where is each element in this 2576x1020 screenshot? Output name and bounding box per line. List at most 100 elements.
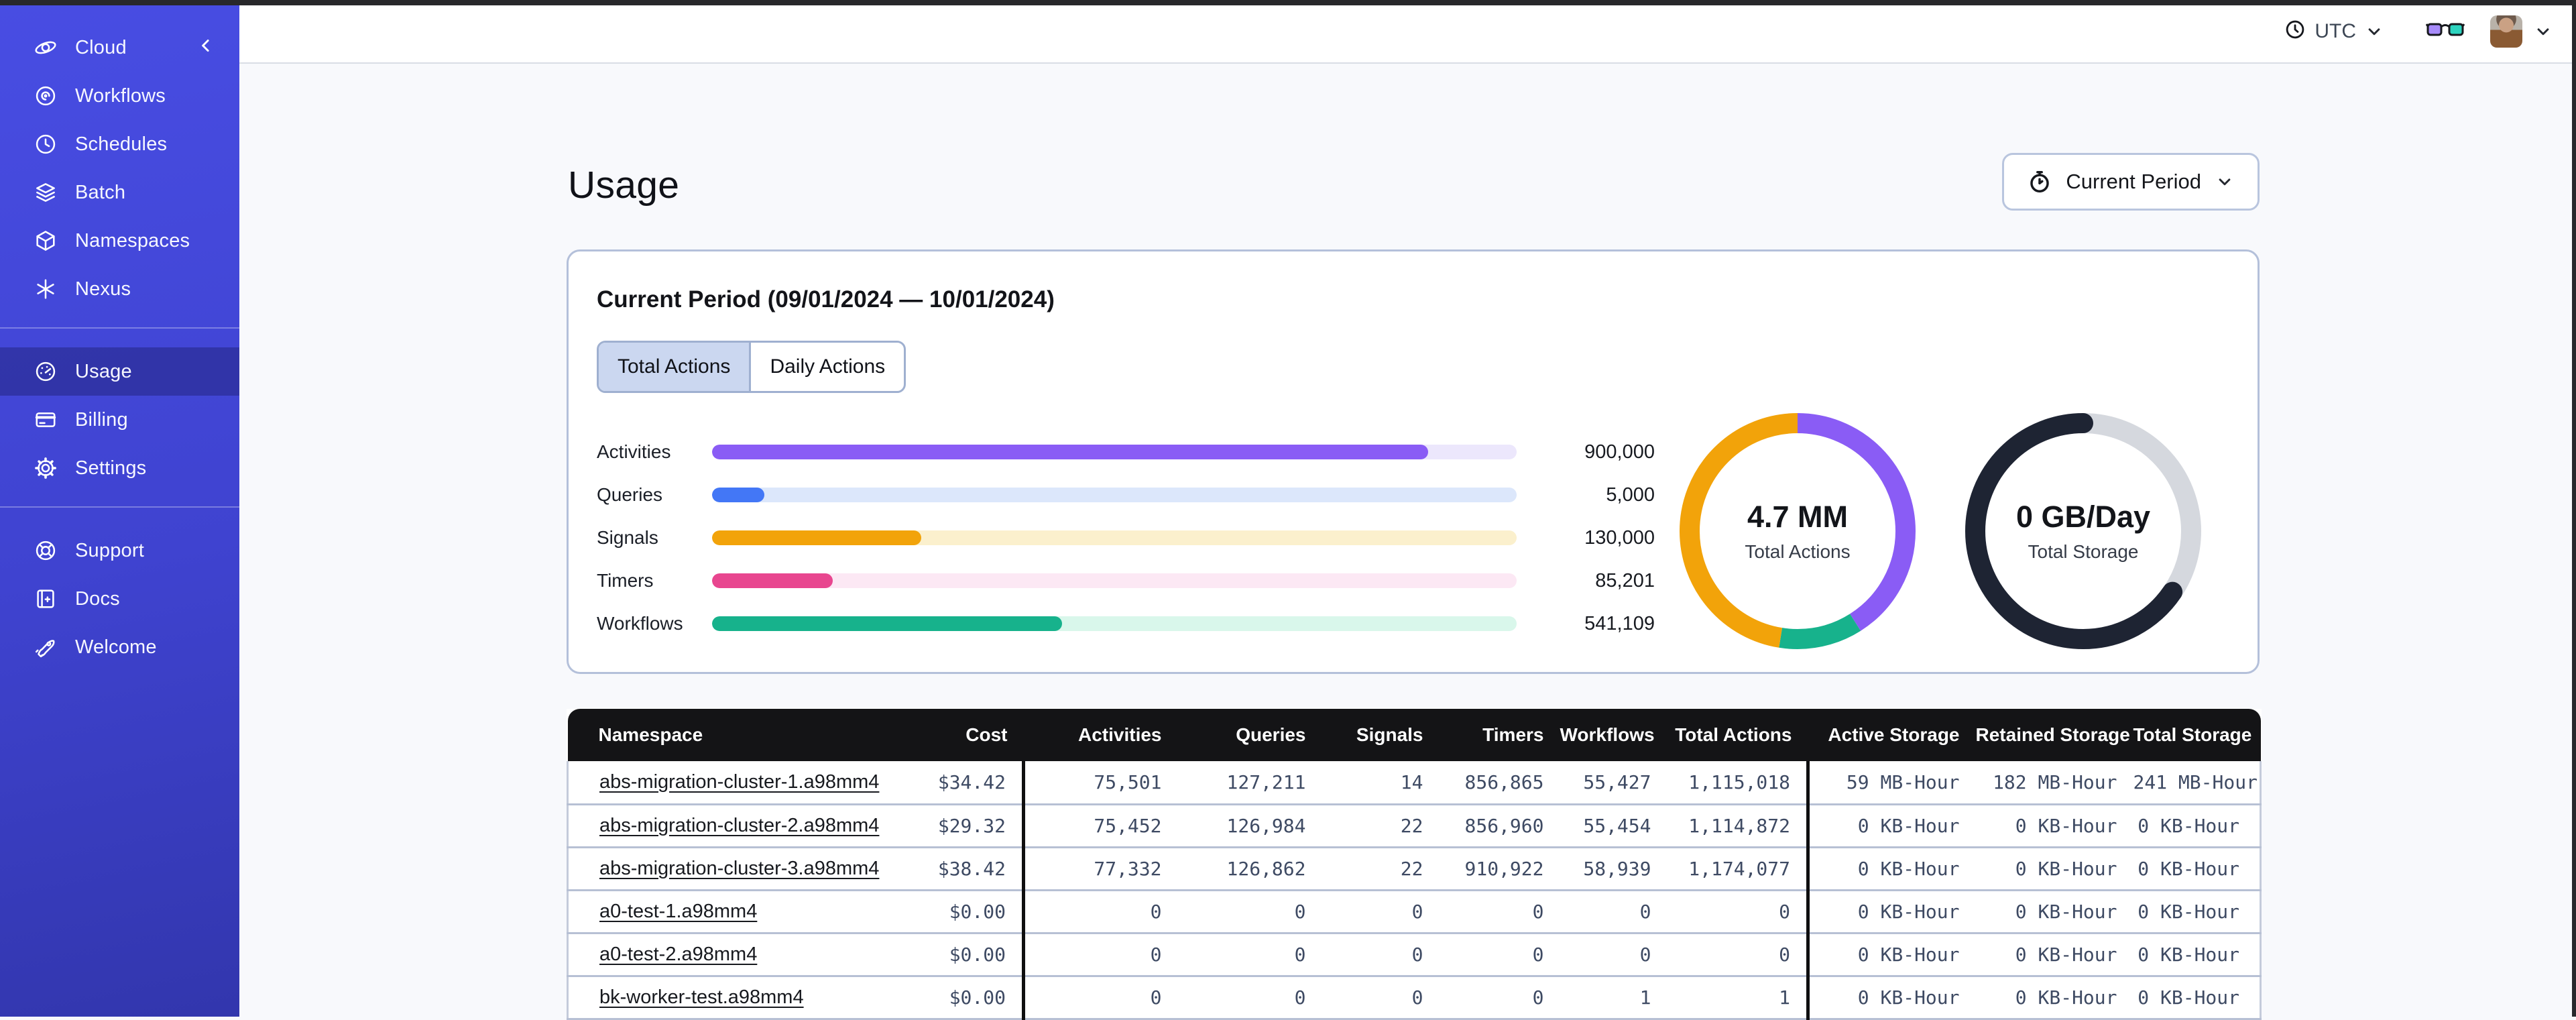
bar-row-activities: Activities 900,000 xyxy=(597,445,1655,459)
value-cell: 0 KB-Hour xyxy=(1976,847,2133,890)
sidebar-item-support[interactable]: Support xyxy=(0,526,239,575)
namespace-cell: bk-worker-test.a98mm4 xyxy=(568,976,890,1019)
sidebar-item-label: Batch xyxy=(75,182,125,204)
value-cell: 55,454 xyxy=(1560,804,1667,847)
bar-row-workflows: Workflows 541,109 xyxy=(597,616,1655,631)
actions-tab-group: Total Actions Daily Actions xyxy=(597,341,906,393)
namespace-cell: abs-migration-cluster-2.a98mm4 xyxy=(568,804,890,847)
column-header: Total Storage xyxy=(2133,709,2261,761)
glasses-icon xyxy=(2426,19,2465,43)
namespace-link[interactable]: abs-migration-cluster-3.a98mm4 xyxy=(599,858,879,879)
value-cell: 0 xyxy=(1178,976,1322,1019)
bar-row-signals: Signals 130,000 xyxy=(597,530,1655,545)
value-cell: 0 KB-Hour xyxy=(1808,847,1976,890)
namespace-link[interactable]: a0-test-1.a98mm4 xyxy=(599,901,757,922)
chevron-down-icon xyxy=(2215,172,2235,192)
value-cell: 126,862 xyxy=(1178,847,1322,890)
avatar[interactable] xyxy=(2490,15,2522,48)
value-cell: 856,865 xyxy=(1440,761,1560,804)
bar-label: Workflows xyxy=(597,613,712,634)
stopwatch-icon xyxy=(2027,169,2052,194)
sidebar-item-usage[interactable]: Usage xyxy=(0,347,239,396)
bar-value: 85,201 xyxy=(1517,570,1655,592)
total-actions-donut: 4.7 MM Total Actions xyxy=(1680,413,1916,649)
sidebar-item-label: Settings xyxy=(75,457,146,479)
column-header: Queries xyxy=(1178,709,1322,761)
feedback-glasses-button[interactable] xyxy=(2426,19,2465,43)
bar-fill xyxy=(712,530,921,545)
value-cell: 0 KB-Hour xyxy=(1808,933,1976,976)
sidebar-item-label: Docs xyxy=(75,588,120,610)
value-cell: 0 KB-Hour xyxy=(2133,847,2261,890)
value-cell: 0 xyxy=(1667,933,1808,976)
period-button-label: Current Period xyxy=(2066,170,2201,194)
bar-track xyxy=(712,530,1517,545)
sidebar-item-label: Nexus xyxy=(75,278,131,300)
value-cell: $0.00 xyxy=(890,976,1024,1019)
value-cell: 0 KB-Hour xyxy=(2133,933,2261,976)
column-header: Retained Storage xyxy=(1976,709,2133,761)
value-cell: 77,332 xyxy=(1024,847,1178,890)
current-period-card: Current Period (09/01/2024 — 10/01/2024)… xyxy=(567,249,2260,674)
timezone-selector[interactable]: UTC xyxy=(2284,18,2384,44)
timezone-label: UTC xyxy=(2315,20,2356,43)
table-row: a0-test-2.a98mm4$0.000000000 KB-Hour0 KB… xyxy=(568,933,2261,976)
namespace-link[interactable]: bk-worker-test.a98mm4 xyxy=(599,986,804,1008)
value-cell: 241 MB-Hour xyxy=(2133,761,2261,804)
orbit-icon xyxy=(34,36,58,60)
sidebar-divider xyxy=(0,506,239,508)
tab-daily-actions[interactable]: Daily Actions xyxy=(751,343,904,391)
sidebar-item-settings[interactable]: Settings xyxy=(0,444,239,492)
value-cell: 0 KB-Hour xyxy=(1808,976,1976,1019)
sidebar-item-label: Schedules xyxy=(75,133,167,156)
donut-label: Total Storage xyxy=(2028,541,2139,563)
period-selector-button[interactable]: Current Period xyxy=(2002,153,2260,211)
sidebar-item-schedules[interactable]: Schedules xyxy=(0,120,239,168)
sidebar-item-cloud[interactable]: Cloud xyxy=(0,23,239,72)
namespace-link[interactable]: a0-test-2.a98mm4 xyxy=(599,944,757,965)
column-header: Activities xyxy=(1024,709,1178,761)
value-cell: 0 KB-Hour xyxy=(2133,890,2261,933)
sidebar-item-billing[interactable]: Billing xyxy=(0,396,239,444)
value-cell: $0.00 xyxy=(890,890,1024,933)
sidebar-divider xyxy=(0,327,239,329)
value-cell: 59 MB-Hour xyxy=(1808,761,1976,804)
value-cell: 22 xyxy=(1322,804,1440,847)
bar-value: 541,109 xyxy=(1517,613,1655,635)
bar-track xyxy=(712,488,1517,502)
top-bar: UTC xyxy=(239,0,2576,64)
sidebar-item-welcome[interactable]: Welcome xyxy=(0,623,239,671)
bar-value: 900,000 xyxy=(1517,441,1655,463)
clock-icon xyxy=(34,132,58,156)
table-header-row: NamespaceCostActivitiesQueriesSignalsTim… xyxy=(568,709,2261,761)
value-cell: 0 KB-Hour xyxy=(1808,804,1976,847)
credit-card-icon xyxy=(34,408,58,432)
value-cell: 0 xyxy=(1440,933,1560,976)
tab-total-actions[interactable]: Total Actions xyxy=(599,343,751,391)
bar-value: 130,000 xyxy=(1517,527,1655,549)
sidebar-item-nexus[interactable]: Nexus xyxy=(0,265,239,313)
column-header: Workflows xyxy=(1560,709,1667,761)
sidebar-item-docs[interactable]: Docs xyxy=(0,575,239,623)
value-cell: 58,939 xyxy=(1560,847,1667,890)
value-cell: 0 xyxy=(1322,890,1440,933)
cube-icon xyxy=(34,229,58,253)
value-cell: 856,960 xyxy=(1440,804,1560,847)
user-menu-chevron[interactable] xyxy=(2533,21,2553,42)
sidebar-item-namespaces[interactable]: Namespaces xyxy=(0,217,239,265)
namespace-link[interactable]: abs-migration-cluster-2.a98mm4 xyxy=(599,815,879,836)
value-cell: 0 xyxy=(1440,890,1560,933)
book-icon xyxy=(34,587,58,611)
value-cell: 0 xyxy=(1560,890,1667,933)
sidebar-item-workflows[interactable]: Workflows xyxy=(0,72,239,120)
layers-icon xyxy=(34,180,58,205)
sidebar-item-batch[interactable]: Batch xyxy=(0,168,239,217)
value-cell: 14 xyxy=(1322,761,1440,804)
total-storage-donut: 0 GB/Day Total Storage xyxy=(1965,413,2201,649)
namespace-link[interactable]: abs-migration-cluster-1.a98mm4 xyxy=(599,771,879,793)
value-cell: 0 xyxy=(1178,933,1322,976)
donut-label: Total Actions xyxy=(1745,541,1850,563)
value-cell: 1 xyxy=(1667,976,1808,1019)
value-cell: $38.42 xyxy=(890,847,1024,890)
actions-bar-chart: Activities 900,000 Queries 5,000 Signals… xyxy=(597,445,1655,659)
